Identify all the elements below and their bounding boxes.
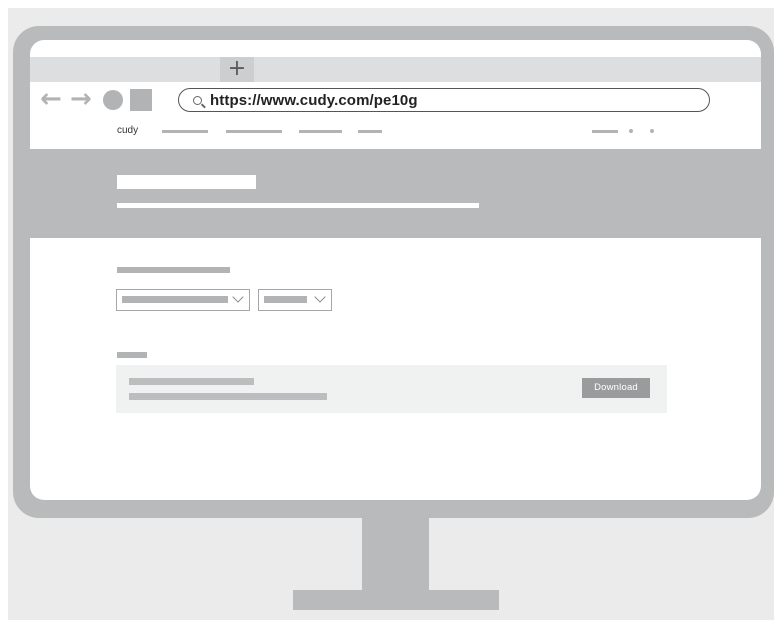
select-value-placeholder xyxy=(264,296,307,303)
site-logo[interactable]: cudy xyxy=(117,125,138,136)
site-nav-item[interactable] xyxy=(162,130,208,133)
site-nav-item[interactable] xyxy=(358,130,382,133)
chevron-down-icon xyxy=(232,291,244,303)
address-url[interactable]: https://www.cudy.com/pe10g xyxy=(210,92,418,109)
site-nav-item[interactable] xyxy=(299,130,342,133)
forward-arrow-icon[interactable]: → xyxy=(70,86,92,112)
hero-banner xyxy=(30,149,761,238)
monitor-screen: + ← → https://www.cudy.com/pe10g cudy Do… xyxy=(30,40,761,500)
version-select[interactable] xyxy=(258,289,332,311)
chevron-down-icon xyxy=(314,291,326,303)
reload-icon[interactable] xyxy=(103,90,123,110)
hero-title-placeholder xyxy=(117,175,256,189)
tab-strip xyxy=(30,57,761,82)
monitor-stand-neck xyxy=(362,517,429,590)
select-value-placeholder xyxy=(122,296,228,303)
monitor-stand-base xyxy=(293,590,499,610)
section-tag-placeholder xyxy=(117,352,147,358)
download-button[interactable]: Download xyxy=(582,378,650,398)
address-bar[interactable]: https://www.cudy.com/pe10g xyxy=(178,88,710,112)
back-arrow-icon[interactable]: ← xyxy=(40,86,62,112)
search-icon xyxy=(193,95,202,105)
new-tab-button[interactable]: + xyxy=(220,57,254,82)
item-description-placeholder xyxy=(129,393,327,400)
hero-subtitle-placeholder xyxy=(117,203,479,208)
download-list-item: Download xyxy=(116,365,667,413)
site-nav-account[interactable] xyxy=(592,130,618,133)
home-icon[interactable] xyxy=(130,89,152,111)
site-nav-dot[interactable] xyxy=(650,129,654,133)
site-nav-item[interactable] xyxy=(226,130,282,133)
filter-label-placeholder xyxy=(117,267,230,273)
item-title-placeholder xyxy=(129,378,254,385)
site-nav-dot[interactable] xyxy=(629,129,633,133)
product-select[interactable] xyxy=(116,289,250,311)
